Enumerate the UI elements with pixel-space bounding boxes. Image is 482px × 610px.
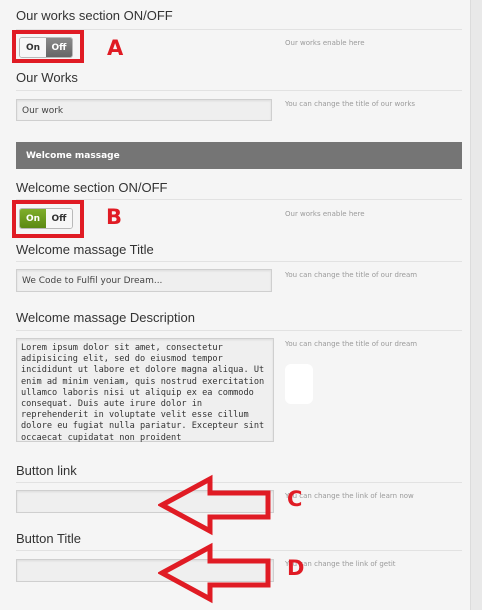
annotation-letter-c: C <box>287 487 303 511</box>
welcome-description-label: Welcome massage Description <box>16 310 195 325</box>
divider <box>16 90 462 91</box>
button-title-label: Button Title <box>16 531 82 546</box>
welcome-title-help: You can change the title of our dream <box>285 271 418 279</box>
annotation-letter-b: B <box>106 205 123 229</box>
our-works-toggle[interactable]: On Off <box>19 37 73 58</box>
welcome-toggle-label: Welcome section ON/OFF <box>16 180 168 195</box>
divider <box>16 261 462 262</box>
toggle-off-option[interactable]: Off <box>46 209 72 228</box>
divider <box>16 330 462 331</box>
toggle-on-option[interactable]: On <box>20 38 46 57</box>
welcome-description-help: You can change the title of our dream <box>285 340 418 348</box>
welcome-toggle[interactable]: On Off <box>19 208 73 229</box>
welcome-description-textarea[interactable]: Lorem ipsum dolor sit amet, consectetur … <box>16 338 274 443</box>
welcome-title-label: Welcome massage Title <box>16 242 154 257</box>
toggle-off-option[interactable]: Off <box>46 38 72 57</box>
annotation-arrow-d-icon <box>158 542 271 604</box>
our-works-toggle-label: Our works section ON/OFF <box>16 8 173 23</box>
mouse-cursor-icon <box>285 364 313 404</box>
annotation-letter-a: A <box>107 36 124 60</box>
welcome-title-input[interactable]: We Code to Fulfil your Dream... <box>16 269 272 292</box>
welcome-section-header: Welcome massage <box>16 142 462 169</box>
our-works-toggle-help: Our works enable here <box>285 39 365 47</box>
our-works-title-label: Our Works <box>16 70 78 85</box>
toggle-on-option[interactable]: On <box>20 209 46 228</box>
welcome-toggle-help: Our works enable here <box>285 210 365 218</box>
page-edge <box>470 0 482 610</box>
annotation-letter-d: D <box>287 556 305 580</box>
button-link-label: Button link <box>16 463 77 478</box>
our-works-title-input[interactable]: Our work <box>16 99 272 121</box>
our-works-title-help: You can change the title of our works <box>285 100 416 108</box>
annotation-arrow-c-icon <box>158 474 271 536</box>
button-link-help: You can change the link of learn now <box>285 492 414 500</box>
